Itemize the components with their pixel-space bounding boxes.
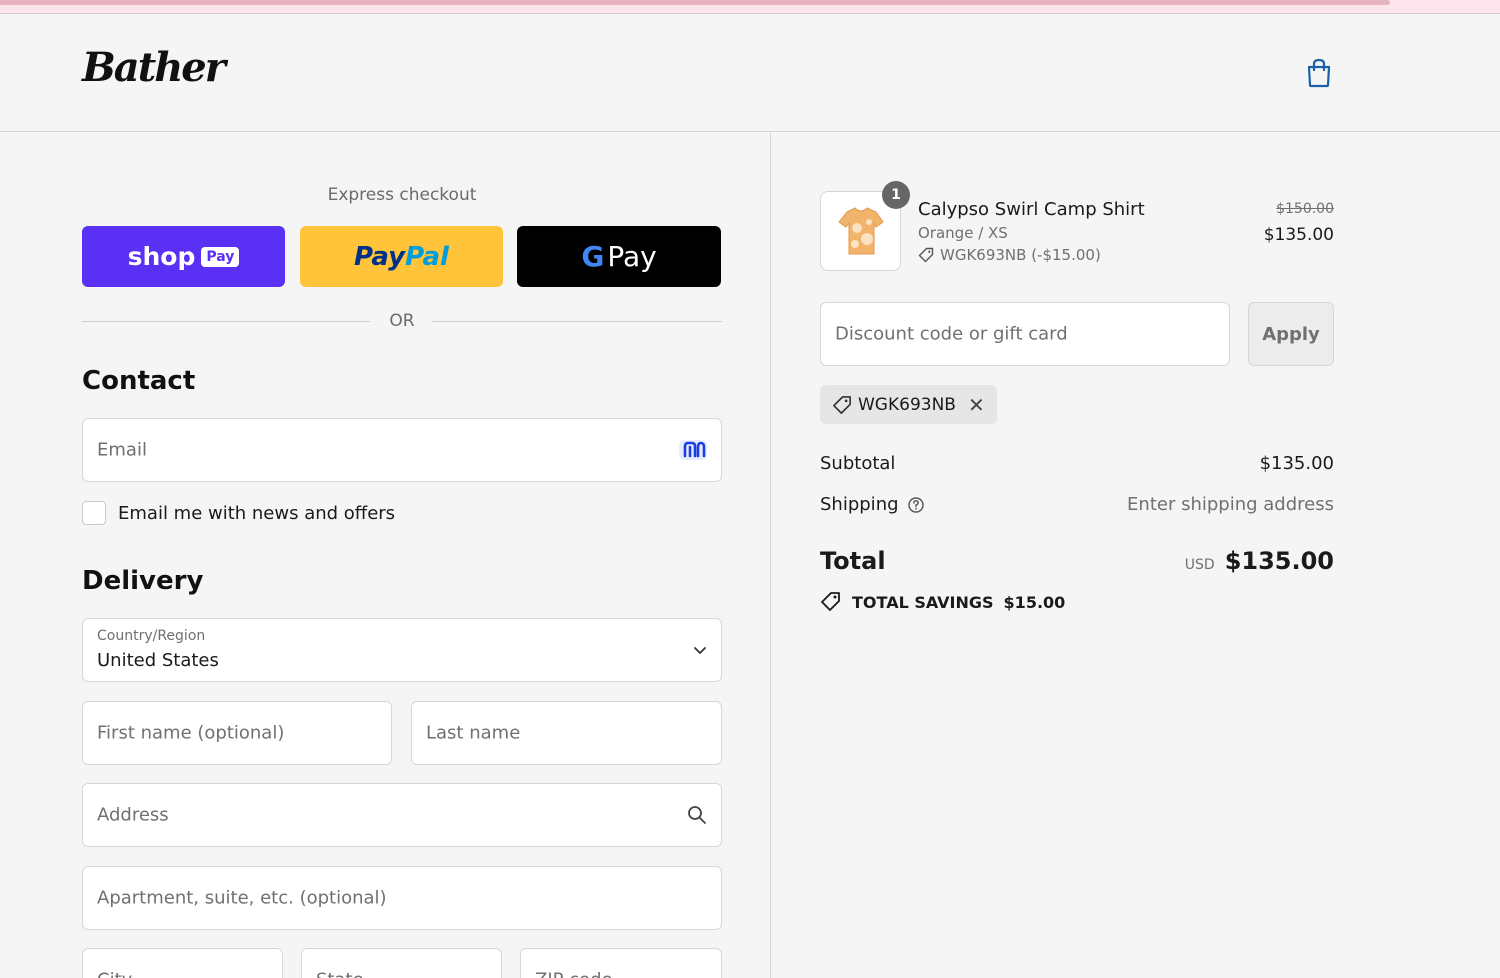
- shop-pay-icon[interactable]: [679, 438, 707, 462]
- tag-icon: [918, 247, 934, 263]
- tag-icon: [821, 592, 840, 611]
- zip-placeholder: ZIP code: [535, 970, 613, 978]
- apartment-placeholder: Apartment, suite, etc. (optional): [97, 887, 387, 909]
- express-checkout-label: Express checkout: [327, 185, 477, 205]
- shipping-label-wrap: Shipping: [820, 494, 925, 515]
- site-header: Bather: [0, 14, 1500, 132]
- product-discount-text: WGK693NB (-$15.00): [940, 246, 1101, 264]
- last-name-field[interactable]: Last name: [411, 701, 722, 765]
- google-pay-text: Pay: [607, 240, 657, 273]
- city-field[interactable]: City: [82, 948, 283, 978]
- first-name-field[interactable]: First name (optional): [82, 701, 392, 765]
- country-label: Country/Region: [97, 628, 206, 644]
- paypal-text-pal: Pal: [405, 241, 449, 272]
- divider-line: [432, 321, 722, 322]
- shipping-label: Shipping: [820, 494, 899, 515]
- applied-code: WGK693NB: [858, 394, 956, 415]
- savings-value: $15.00: [1003, 592, 1066, 612]
- state-placeholder: State: [316, 970, 364, 978]
- paypal-button[interactable]: Pay Pal: [300, 226, 503, 287]
- or-divider: OR: [82, 311, 722, 333]
- shop-pay-text: shop: [127, 242, 196, 271]
- address-field[interactable]: Address: [82, 783, 722, 847]
- total-currency: USD: [1184, 557, 1215, 573]
- savings-label: TOTAL SAVINGS: [852, 592, 994, 612]
- discount-code-placeholder: Discount code or gift card: [835, 323, 1068, 345]
- email-field[interactable]: Email: [82, 418, 722, 482]
- subtotal-value: $135.00: [1259, 453, 1334, 474]
- delivery-heading: Delivery: [82, 566, 204, 596]
- newsletter-row: Email me with news and offers: [82, 501, 395, 525]
- email-placeholder: Email: [97, 439, 147, 461]
- or-text: OR: [389, 311, 415, 331]
- contact-heading: Contact: [82, 366, 196, 396]
- applied-discount-tag: WGK693NB ✕: [820, 385, 997, 424]
- shipping-value: Enter shipping address: [1127, 494, 1334, 515]
- apply-button[interactable]: Apply: [1248, 302, 1334, 366]
- close-icon[interactable]: ✕: [968, 393, 985, 417]
- newsletter-checkbox[interactable]: [82, 501, 106, 525]
- google-pay-button[interactable]: G Pay: [517, 226, 721, 287]
- total-savings: TOTAL SAVINGS $15.00: [820, 591, 1065, 613]
- discount-code-field[interactable]: Discount code or gift card: [820, 302, 1230, 366]
- apartment-field[interactable]: Apartment, suite, etc. (optional): [82, 866, 722, 930]
- total-label: Total: [820, 547, 886, 575]
- shopping-bag-icon[interactable]: [1305, 58, 1333, 88]
- total-value-wrap: USD $135.00: [1185, 547, 1334, 575]
- paypal-text-pay: Pay: [354, 241, 406, 272]
- search-icon: [688, 806, 706, 824]
- zip-field[interactable]: ZIP code: [520, 948, 722, 978]
- tag-icon: [833, 395, 851, 414]
- checkout-form: Express checkout shop Pay Pay Pal G Pay O…: [0, 133, 771, 978]
- last-name-placeholder: Last name: [426, 722, 521, 744]
- address-placeholder: Address: [97, 804, 169, 826]
- product-name: Calypso Swirl Camp Shirt: [918, 199, 1145, 220]
- total-value: $135.00: [1224, 547, 1334, 575]
- price-original: $150.00: [1276, 201, 1334, 217]
- order-summary: 1 Calypso Swirl Camp Shirt Orange / XS W…: [772, 133, 1500, 978]
- total-row: Total USD $135.00: [820, 547, 1334, 581]
- subtotal-label: Subtotal: [820, 453, 896, 474]
- state-field[interactable]: State: [301, 948, 502, 978]
- shop-pay-button[interactable]: shop Pay: [82, 226, 285, 287]
- shop-pay-badge: Pay: [201, 246, 240, 267]
- subtotal-row: Subtotal $135.00: [820, 453, 1334, 477]
- browser-top-strip: [0, 0, 1500, 14]
- price-final: $135.00: [1263, 225, 1334, 245]
- first-name-placeholder: First name (optional): [97, 722, 285, 744]
- product-variant: Orange / XS: [918, 224, 1008, 242]
- brand-logo[interactable]: Bather: [82, 44, 226, 91]
- country-value: United States: [97, 650, 219, 671]
- quantity-badge: 1: [882, 181, 910, 209]
- product-discount: WGK693NB (-$15.00): [918, 246, 1101, 264]
- question-icon[interactable]: [907, 496, 925, 514]
- divider-line: [82, 321, 370, 322]
- city-placeholder: City: [97, 970, 132, 978]
- google-g-icon: G: [581, 240, 605, 273]
- horizontal-scrollbar[interactable]: [0, 0, 1390, 5]
- chevron-down-icon: [694, 647, 706, 654]
- shipping-row: Shipping Enter shipping address: [820, 494, 1334, 518]
- newsletter-label[interactable]: Email me with news and offers: [118, 503, 395, 524]
- country-select[interactable]: Country/Region United States: [82, 618, 722, 682]
